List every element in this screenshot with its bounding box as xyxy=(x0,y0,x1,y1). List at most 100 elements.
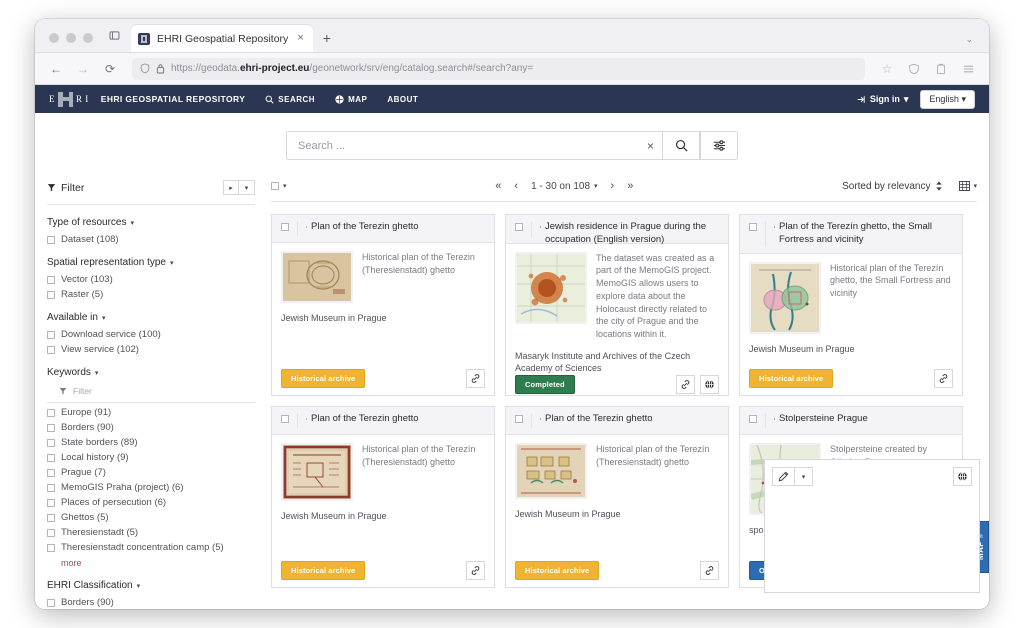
sort-selector[interactable]: Sorted by relevancy xyxy=(842,181,943,192)
result-thumbnail[interactable] xyxy=(515,251,587,324)
result-thumbnail[interactable] xyxy=(749,261,821,334)
forward-button[interactable]: → xyxy=(72,58,94,80)
result-title[interactable]: Plan of the Terezin ghetto xyxy=(311,413,423,426)
checkbox[interactable] xyxy=(47,498,55,507)
search-button[interactable] xyxy=(662,131,700,160)
result-title[interactable]: Plan of the Terezin ghetto xyxy=(311,221,423,234)
checkbox[interactable] xyxy=(47,438,55,447)
facet-option[interactable]: MemoGIS Praha (project) (6) xyxy=(47,482,255,493)
facet-option[interactable]: Dataset (108) xyxy=(47,234,255,245)
checkbox[interactable] xyxy=(47,453,55,462)
result-card[interactable]: Stolpersteine Prague Stolpersteine creat… xyxy=(739,406,980,593)
result-card[interactable]: Plan of the Terezin ghetto Historical pl… xyxy=(271,214,495,396)
checkbox[interactable] xyxy=(47,528,55,537)
last-page-button[interactable]: » xyxy=(627,180,633,192)
expand-filters-button[interactable]: ▸ xyxy=(223,180,239,195)
minimize-window-button[interactable] xyxy=(66,33,76,43)
reload-button[interactable]: ⟳ xyxy=(99,58,121,80)
chevron-down-icon[interactable]: ▾ xyxy=(283,182,287,190)
ehri-logo[interactable]: E R I xyxy=(49,91,89,107)
facet-option[interactable]: View service (102) xyxy=(47,344,255,355)
facet-option[interactable]: Theresienstadt (5) xyxy=(47,527,255,538)
view-mode-selector[interactable]: ▾ xyxy=(959,181,977,191)
facet-option[interactable]: Borders (90) xyxy=(47,422,255,433)
checkbox[interactable] xyxy=(47,513,55,522)
checkbox[interactable] xyxy=(47,408,55,417)
result-card[interactable]: Plan of the Terezín ghetto, the Small Fo… xyxy=(739,214,963,396)
address-bar[interactable]: https://geodata.ehri-project.eu/geonetwo… xyxy=(132,57,865,80)
facet-title[interactable]: Available in ▾ xyxy=(47,312,255,323)
first-page-button[interactable]: « xyxy=(495,180,501,192)
facet-option[interactable]: State borders (89) xyxy=(47,437,255,448)
result-thumbnail[interactable] xyxy=(281,443,353,501)
facet-option[interactable]: Europe (91) xyxy=(47,407,255,418)
facet-option[interactable]: Prague (7) xyxy=(47,467,255,478)
result-card[interactable]: Plan of the Terezin ghetto Historical pl… xyxy=(505,406,729,588)
next-page-button[interactable]: › xyxy=(611,180,615,192)
result-checkbox[interactable] xyxy=(506,413,532,428)
nav-item-search[interactable]: SEARCH xyxy=(265,95,315,104)
collapse-filters-button[interactable]: ▾ xyxy=(239,180,255,195)
facet-option[interactable]: Ghettos (5) xyxy=(47,512,255,523)
search-input[interactable]: Search ... × xyxy=(286,131,662,160)
show-more-keywords-link[interactable]: more xyxy=(47,558,255,568)
checkbox[interactable] xyxy=(47,483,55,492)
result-title[interactable]: Stolpersteine Prague xyxy=(779,413,872,426)
shield-toolbar-icon[interactable] xyxy=(903,58,925,80)
checkbox[interactable] xyxy=(47,598,55,607)
prev-page-button[interactable]: ‹ xyxy=(514,180,518,192)
result-checkbox[interactable] xyxy=(506,221,532,237)
page-range[interactable]: 1 - 30 on 108 ▾ xyxy=(531,181,597,192)
link-icon[interactable] xyxy=(700,560,719,580)
facet-option[interactable]: Vector (103) xyxy=(47,274,255,285)
close-tab-icon[interactable]: × xyxy=(295,31,305,46)
sign-in-button[interactable]: Sign in ▾ xyxy=(857,94,908,105)
pencil-icon[interactable] xyxy=(772,467,794,486)
result-checkbox[interactable] xyxy=(740,413,766,428)
result-title[interactable]: Plan of the Terezin ghetto xyxy=(545,413,657,426)
maximize-window-button[interactable] xyxy=(83,33,93,43)
facet-option[interactable]: Local history (9) xyxy=(47,452,255,463)
link-icon[interactable] xyxy=(676,375,695,395)
checkbox[interactable] xyxy=(47,275,55,284)
facet-option[interactable]: Places of persecution (6) xyxy=(47,497,255,508)
facet-option[interactable]: Borders (90) xyxy=(47,597,255,608)
checkbox[interactable] xyxy=(47,235,55,244)
result-thumbnail[interactable] xyxy=(281,251,353,303)
sidebar-toggle-icon[interactable] xyxy=(103,24,125,46)
facet-option[interactable]: Theresienstadt concentration camp (5) xyxy=(47,542,255,553)
link-icon[interactable] xyxy=(934,368,953,388)
facet-title[interactable]: EHRI Classification ▾ xyxy=(47,580,255,591)
result-card[interactable]: Plan of the Terezin ghetto Historical pl… xyxy=(271,406,495,588)
result-checkbox[interactable] xyxy=(740,221,766,247)
result-checkbox[interactable] xyxy=(272,221,298,236)
checkbox[interactable] xyxy=(47,468,55,477)
edit-dropdown-caret-icon[interactable]: ▾ xyxy=(794,467,813,486)
clear-icon[interactable]: × xyxy=(641,139,654,153)
result-checkbox[interactable] xyxy=(272,413,298,428)
facet-title[interactable]: Spatial representation type ▾ xyxy=(47,257,255,268)
back-button[interactable]: ← xyxy=(45,58,67,80)
globe-icon[interactable] xyxy=(953,467,972,486)
facet-option[interactable]: Download service (100) xyxy=(47,329,255,340)
globe-icon[interactable] xyxy=(700,375,719,395)
new-tab-button[interactable]: + xyxy=(313,30,341,52)
keyword-filter-input[interactable]: Filter xyxy=(47,384,255,403)
extensions-icon[interactable] xyxy=(930,58,952,80)
checkbox[interactable] xyxy=(47,543,55,552)
result-thumbnail[interactable] xyxy=(515,443,587,499)
checkbox[interactable] xyxy=(47,345,55,354)
advanced-filters-button[interactable] xyxy=(700,131,738,160)
checkbox[interactable] xyxy=(271,182,279,190)
link-icon[interactable] xyxy=(466,368,485,388)
result-card[interactable]: Jewish residence in Prague during the oc… xyxy=(505,214,729,396)
browser-tab[interactable]: EHRI Geospatial Repository × xyxy=(131,25,313,52)
checkbox[interactable] xyxy=(47,290,55,299)
checkbox[interactable] xyxy=(47,330,55,339)
select-all-control[interactable]: ▾ xyxy=(271,182,287,190)
result-title[interactable]: Plan of the Terezín ghetto, the Small Fo… xyxy=(779,221,956,247)
facet-title[interactable]: Keywords ▾ xyxy=(47,367,255,378)
chevron-down-icon[interactable]: ⌄ xyxy=(965,34,973,45)
checkbox[interactable] xyxy=(47,423,55,432)
nav-item-map[interactable]: MAP xyxy=(335,95,367,104)
